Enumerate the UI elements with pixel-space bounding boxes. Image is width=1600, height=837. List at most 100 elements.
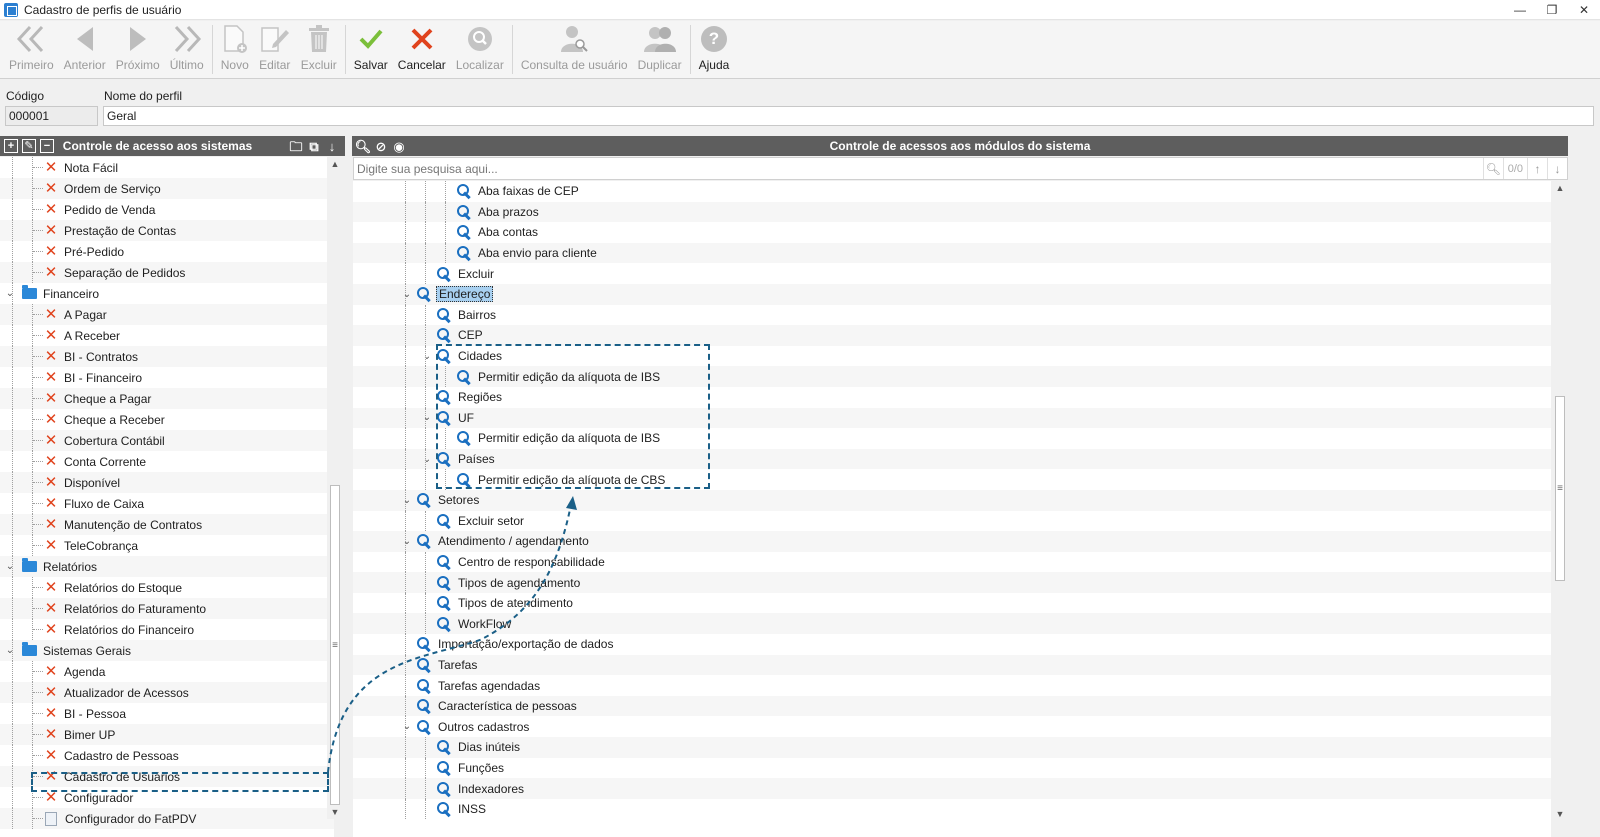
- previous-button[interactable]: Anterior: [59, 21, 111, 78]
- key-icon[interactable]: [457, 204, 472, 219]
- previous-result-icon[interactable]: ↑: [1527, 158, 1547, 179]
- key-icon[interactable]: [437, 802, 452, 816]
- scroll-thumb[interactable]: ≡: [1555, 396, 1565, 581]
- tree-item-a-pagar[interactable]: ✕ A Pagar: [0, 304, 334, 325]
- key-icon[interactable]: [457, 472, 472, 487]
- key-icon[interactable]: [437, 410, 452, 425]
- key-icon[interactable]: [417, 719, 432, 734]
- magnify-icon[interactable]: 🔍︎: [355, 139, 372, 153]
- delete-button[interactable]: Excluir: [296, 21, 342, 78]
- tree-item-agenda[interactable]: ✕ Agenda: [0, 661, 334, 682]
- key-icon[interactable]: [417, 657, 432, 672]
- module-item-tipos-de-atendimento[interactable]: Tipos de atendimento: [353, 592, 1551, 614]
- denied-x-icon[interactable]: ✕: [44, 517, 58, 532]
- denied-x-icon[interactable]: ✕: [44, 769, 58, 784]
- edit-icon[interactable]: ✎: [22, 139, 36, 153]
- denied-x-icon[interactable]: ✕: [44, 244, 58, 259]
- key-icon[interactable]: [437, 513, 452, 528]
- tree-item-financeiro[interactable]: ⌄ Financeiro: [0, 283, 334, 304]
- key-icon[interactable]: [417, 287, 432, 301]
- denied-x-icon[interactable]: ✕: [44, 685, 58, 700]
- module-item-funcoes[interactable]: Funções: [353, 757, 1551, 779]
- denied-x-icon[interactable]: ✕: [44, 370, 58, 385]
- module-item-excluir-setor[interactable]: Excluir setor: [353, 510, 1551, 532]
- module-item-indexadores[interactable]: Indexadores: [353, 778, 1551, 799]
- key-icon[interactable]: [457, 184, 472, 198]
- tree-item-pedido-de-venda[interactable]: ✕ Pedido de Venda: [0, 199, 334, 220]
- module-item-setores[interactable]: ⌄ Setores: [353, 489, 1551, 511]
- module-item-dias-inuteis[interactable]: Dias inúteis: [353, 737, 1551, 758]
- block-icon[interactable]: ⊘: [374, 139, 388, 153]
- tree-item-prestacao-de-contas[interactable]: ✕ Prestação de Contas: [0, 220, 334, 241]
- tree-item-sistemas-gerais[interactable]: ⌄ Sistemas Gerais: [0, 640, 334, 661]
- tree-item-pre-pedido[interactable]: ✕ Pré-Pedido: [0, 241, 334, 262]
- chevron-down-icon[interactable]: ⌄: [421, 412, 433, 423]
- module-item-aba-faixas-de-cep[interactable]: Aba faixas de CEP: [353, 181, 1551, 202]
- chevron-down-icon[interactable]: ⌄: [401, 289, 413, 300]
- tree-item-cadastro-de-pessoas[interactable]: ✕ Cadastro de Pessoas: [0, 745, 334, 766]
- tree-item-atualizador-de-acessos[interactable]: ✕ Atualizador de Acessos: [0, 682, 334, 703]
- scroll-down-icon[interactable]: ▼: [1552, 807, 1568, 821]
- module-item-aba-envio-para-cliente[interactable]: Aba envio para cliente: [353, 242, 1551, 264]
- scroll-up-icon[interactable]: ▲: [327, 157, 343, 171]
- save-button[interactable]: Salvar: [349, 21, 393, 78]
- denied-x-icon[interactable]: ✕: [44, 475, 58, 490]
- denied-x-icon[interactable]: ✕: [44, 727, 58, 742]
- module-item-permitir-edicao-da-aliquota-de-cbs[interactable]: Permitir edição da alíquota de CBS: [353, 469, 1551, 490]
- module-item-excluir[interactable]: Excluir: [353, 263, 1551, 284]
- module-item-centro-de-responsabilidade[interactable]: Centro de responsabilidade: [353, 551, 1551, 573]
- key-icon[interactable]: [437, 616, 452, 631]
- tree-item-cheque-a-pagar[interactable]: ✕ Cheque a Pagar: [0, 388, 334, 409]
- tree-item-relatorios-do-estoque[interactable]: ✕ Relatórios do Estoque: [0, 577, 334, 598]
- tree-item-a-receber[interactable]: ✕ A Receber: [0, 325, 334, 346]
- key-icon[interactable]: [437, 575, 452, 590]
- denied-x-icon[interactable]: ✕: [44, 265, 58, 280]
- denied-x-icon[interactable]: ✕: [44, 391, 58, 406]
- scroll-up-icon[interactable]: ▲: [1552, 181, 1568, 195]
- tree-item-fluxo-de-caixa[interactable]: ✕ Fluxo de Caixa: [0, 493, 334, 514]
- denied-x-icon[interactable]: ✕: [44, 412, 58, 427]
- module-search-input[interactable]: [354, 161, 1483, 176]
- tree-item-cadastro-de-usuarios[interactable]: ✕ Cadastro de Usuários: [0, 766, 334, 787]
- key-icon[interactable]: [437, 307, 452, 322]
- key-icon[interactable]: [457, 246, 472, 260]
- module-item-workflow[interactable]: WorkFlow: [353, 613, 1551, 635]
- copy-folder-icon[interactable]: ⧉: [307, 139, 321, 153]
- module-item-permitir-edicao-da-aliquota-de-ibs[interactable]: Permitir edição da alíquota de IBS: [353, 428, 1551, 449]
- duplicate-button[interactable]: Duplicar: [633, 21, 687, 78]
- key-icon[interactable]: [457, 431, 472, 445]
- denied-x-icon[interactable]: ✕: [44, 202, 58, 217]
- tree-item-cobertura-contabil[interactable]: ✕ Cobertura Contábil: [0, 430, 334, 451]
- denied-x-icon[interactable]: ✕: [44, 223, 58, 238]
- key-icon[interactable]: [437, 390, 452, 404]
- tree-item-configurador[interactable]: ✕ Configurador: [0, 787, 334, 808]
- key-icon[interactable]: [437, 452, 452, 466]
- module-item-paises[interactable]: ⌄ Países: [353, 448, 1551, 470]
- chevron-down-icon[interactable]: ⌄: [4, 288, 16, 299]
- module-item-atendimento-agendamento[interactable]: ⌄ Atendimento / agendamento: [353, 531, 1551, 552]
- arrow-down-icon[interactable]: ↓: [325, 139, 339, 153]
- minimize-button[interactable]: —: [1504, 0, 1536, 20]
- key-icon[interactable]: [417, 493, 432, 507]
- restore-button[interactable]: ❐: [1536, 0, 1568, 20]
- chevron-down-icon[interactable]: ⌄: [401, 721, 413, 732]
- tree-item-disponivel[interactable]: ✕ Disponível: [0, 472, 334, 493]
- key-icon[interactable]: [417, 637, 432, 651]
- first-button[interactable]: Primeiro: [4, 21, 59, 78]
- denied-x-icon[interactable]: ✕: [44, 181, 58, 196]
- key-icon[interactable]: [437, 740, 452, 754]
- denied-x-icon[interactable]: ✕: [44, 706, 58, 721]
- key-icon[interactable]: [437, 781, 452, 796]
- right-scrollbar[interactable]: ▲ ≡ ▼: [1552, 181, 1568, 821]
- tree-item-relatorios-do-faturamento[interactable]: ✕ Relatórios do Faturamento: [0, 598, 334, 619]
- scroll-down-icon[interactable]: ▼: [327, 805, 343, 819]
- tree-item-bi-contratos[interactable]: ✕ BI - Contratos: [0, 346, 334, 367]
- module-item-tarefas-agendadas[interactable]: Tarefas agendadas: [353, 675, 1551, 696]
- tree-item-configurador-do-fatpdv[interactable]: Configurador do FatPDV: [0, 808, 334, 829]
- chevron-down-icon[interactable]: ⌄: [4, 561, 16, 572]
- denied-x-icon[interactable]: ✕: [44, 328, 58, 343]
- module-item-uf[interactable]: ⌄ UF: [353, 407, 1551, 429]
- cancel-button[interactable]: Cancelar: [393, 21, 451, 78]
- denied-x-icon[interactable]: ✕: [44, 748, 58, 763]
- denied-x-icon[interactable]: ✕: [44, 307, 58, 322]
